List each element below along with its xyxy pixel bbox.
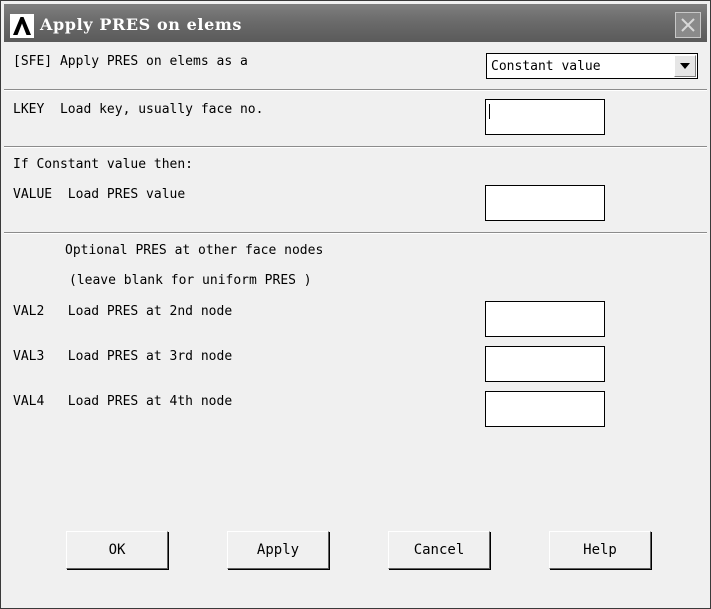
- apply-as-dropdown[interactable]: Constant value: [486, 53, 698, 79]
- separator: [4, 89, 707, 91]
- dialog-body: [SFE] Apply PRES on elems as a Constant …: [4, 42, 707, 605]
- title-bar[interactable]: Apply PRES on elems: [4, 4, 707, 42]
- ansys-logo-icon: [10, 14, 34, 38]
- optional-section-note: (leave blank for uniform PRES ): [69, 273, 312, 288]
- help-button[interactable]: Help: [549, 531, 651, 569]
- val3-input[interactable]: [485, 346, 605, 382]
- dropdown-arrow-button[interactable]: [674, 55, 696, 77]
- ok-button[interactable]: OK: [66, 531, 168, 569]
- val4-input[interactable]: [485, 391, 605, 427]
- apply-as-label: [SFE] Apply PRES on elems as a: [13, 54, 248, 69]
- window-title: Apply PRES on elems: [40, 15, 243, 34]
- chevron-down-icon: [680, 63, 690, 69]
- val4-label: VAL4 Load PRES at 4th node: [13, 394, 233, 409]
- lkey-label: LKEY Load key, usually face no.: [13, 102, 264, 117]
- value-label: VALUE Load PRES value: [13, 187, 186, 202]
- val2-input-field[interactable]: [486, 302, 604, 336]
- val2-label: VAL2 Load PRES at 2nd node: [13, 304, 233, 319]
- apply-as-selected-value: Constant value: [491, 59, 601, 74]
- separator: [4, 146, 707, 148]
- value-input[interactable]: [485, 185, 605, 221]
- cancel-button[interactable]: Cancel: [388, 531, 490, 569]
- value-input-field[interactable]: [486, 186, 604, 220]
- close-icon: [681, 18, 695, 32]
- val3-label: VAL3 Load PRES at 3rd node: [13, 349, 233, 364]
- dialog-window: Apply PRES on elems [SFE] Apply PRES on …: [0, 0, 711, 609]
- lkey-input[interactable]: [485, 99, 605, 135]
- val4-input-field[interactable]: [486, 392, 604, 426]
- separator: [4, 232, 707, 234]
- val2-input[interactable]: [485, 301, 605, 337]
- optional-section-header: Optional PRES at other face nodes: [65, 243, 324, 258]
- close-button[interactable]: [675, 12, 701, 38]
- val3-input-field[interactable]: [486, 347, 604, 381]
- text-cursor: [489, 104, 490, 119]
- constant-section-header: If Constant value then:: [13, 157, 194, 172]
- lkey-input-field[interactable]: [486, 100, 604, 134]
- apply-button[interactable]: Apply: [227, 531, 329, 569]
